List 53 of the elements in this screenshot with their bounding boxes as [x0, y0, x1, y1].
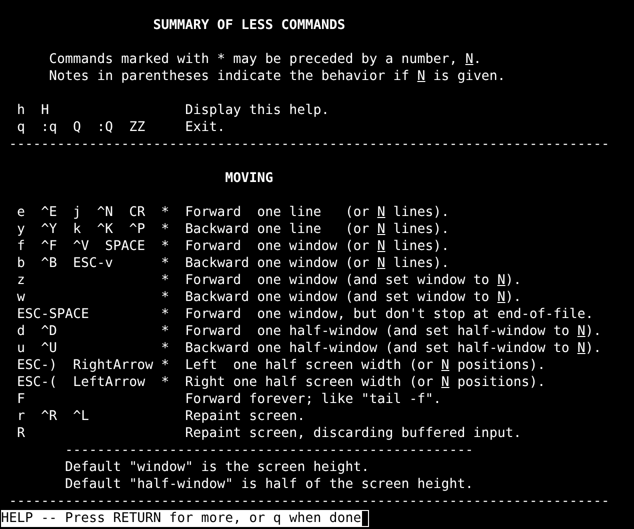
help-prompt: HELP -- Press RETURN for more, or q when done — [1, 510, 362, 527]
repeat-marker: * — [161, 289, 170, 306]
command-keys: f ^F ^V SPACE — [17, 239, 146, 254]
command-keys: u ^U — [17, 341, 58, 356]
command-description: Repaint screen, discarding buffered input. — [185, 425, 522, 442]
repeat-marker: * — [161, 238, 170, 255]
note-text: Commands marked with * may be preceded by a number, N. — [49, 51, 482, 68]
command-keys: z — [17, 273, 26, 288]
command-description: Backward one half-window (and set half-window to N). — [185, 340, 602, 357]
command-keys: R — [17, 426, 26, 441]
command-keys: b ^B ESC-v — [17, 256, 114, 271]
repeat-marker: * — [161, 357, 170, 374]
repeat-marker: * — [161, 204, 170, 221]
command-description: Right one half screen width (or N positions). — [185, 374, 546, 391]
command-description: Forward one line (or N lines). — [185, 204, 450, 221]
section-heading: SUMMARY OF LESS COMMANDS — [153, 17, 346, 34]
command-description: Forward one window (and set window to N). — [185, 272, 522, 289]
dashed-rule: --------------------------------------------------------------------------- — [9, 136, 610, 153]
command-description: Display this help. — [185, 102, 330, 119]
command-keys: e ^E j ^N CR — [17, 205, 146, 220]
note-text: Notes in parentheses indicate the behavior if N is given. — [49, 68, 506, 85]
repeat-marker: * — [161, 374, 170, 391]
repeat-marker: * — [161, 340, 170, 357]
repeat-marker: * — [161, 221, 170, 238]
repeat-marker: * — [161, 255, 170, 272]
command-keys: ESC-) RightArrow — [17, 358, 154, 373]
command-description: Forward forever; like "tail -f". — [185, 391, 442, 408]
command-description: Forward one window, but don't stop at end-of-file. — [185, 306, 594, 323]
command-description: Repaint screen. — [185, 408, 306, 425]
repeat-marker: * — [161, 272, 170, 289]
command-keys: d ^D — [17, 324, 58, 339]
command-description: Backward one window (and set window to N). — [185, 289, 522, 306]
note-text: Default "half-window" is half of the screen height. — [65, 476, 474, 493]
command-keys: q :q Q :Q ZZ — [17, 120, 146, 135]
command-description: Left one half screen width (or N positions). — [185, 357, 546, 374]
command-description: Backward one window (or N lines). — [185, 255, 450, 272]
command-description: Exit. — [185, 119, 226, 136]
command-description: Forward one window (or N lines). — [185, 238, 450, 255]
note-text: Default "window" is the screen height. — [65, 459, 370, 476]
command-keys: h H — [17, 103, 50, 118]
command-description: Backward one line (or N lines). — [185, 221, 450, 238]
command-keys: w — [17, 290, 26, 305]
repeat-marker: * — [161, 323, 170, 340]
command-keys: ESC-( LeftArrow — [17, 375, 146, 390]
command-keys: F — [17, 392, 26, 407]
dashed-rule: --------------------------------------------------- — [65, 442, 474, 459]
section-heading: MOVING — [225, 170, 274, 187]
command-keys: r ^R ^L — [17, 409, 90, 424]
dashed-rule: --------------------------------------------------------------------------- — [9, 493, 610, 510]
command-keys: ESC-SPACE — [17, 307, 90, 322]
repeat-marker: * — [161, 306, 170, 323]
command-keys: y ^Y k ^K ^P — [17, 222, 146, 237]
command-description: Forward one half-window (and set half-window to N). — [185, 323, 602, 340]
